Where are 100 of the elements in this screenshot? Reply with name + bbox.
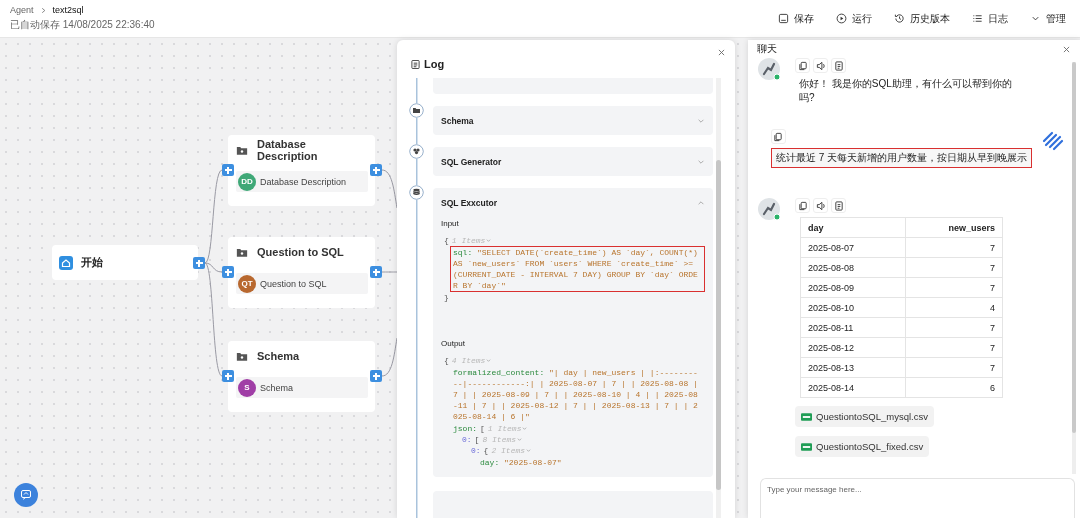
message-text: 统计最近 7 天每天新增的用户数量，按日期从早到晚展示 bbox=[770, 148, 1032, 168]
table-cell: 6 bbox=[905, 377, 1003, 398]
log-button[interactable]: 日志 bbox=[972, 9, 1008, 28]
file-attachment[interactable]: QuestiontoSQL_fixed.csv bbox=[795, 436, 930, 457]
table-cell: 2025-08-10 bbox=[800, 297, 906, 318]
speaker-icon bbox=[815, 200, 826, 211]
bot-avatar bbox=[758, 58, 781, 81]
node-title: Question to SQL bbox=[257, 246, 344, 258]
table-cell: 2025-08-09 bbox=[800, 277, 906, 298]
document-icon bbox=[833, 200, 844, 211]
read-aloud-button[interactable] bbox=[813, 198, 828, 213]
connector-line bbox=[381, 169, 398, 209]
start-node[interactable]: 开始 bbox=[52, 245, 198, 280]
copy-icon bbox=[797, 60, 808, 71]
table-cell: 2025-08-07 bbox=[800, 237, 906, 258]
manage-button[interactable]: 管理 bbox=[1030, 9, 1066, 28]
json-bracket: { bbox=[483, 445, 489, 456]
chat-icon bbox=[20, 489, 32, 501]
copy-button[interactable] bbox=[770, 129, 786, 144]
folder-icon bbox=[236, 144, 248, 156]
flow-node[interactable]: Schema S Schema bbox=[228, 341, 375, 412]
copy-button[interactable] bbox=[795, 198, 810, 213]
clock-icon bbox=[894, 13, 905, 24]
add-handle[interactable] bbox=[222, 164, 234, 176]
log-card[interactable]: SQL Generator bbox=[433, 147, 713, 176]
component-label: Question to SQL bbox=[260, 278, 327, 289]
speaker-icon bbox=[815, 60, 826, 71]
caret-icon bbox=[486, 358, 492, 363]
breadcrumb-link[interactable]: Agent bbox=[10, 5, 34, 15]
play-icon bbox=[836, 13, 847, 24]
chevron-right-icon bbox=[39, 6, 47, 14]
flow-node[interactable]: Question to SQL QT Question to SQL bbox=[228, 237, 375, 308]
close-icon bbox=[1063, 45, 1070, 53]
json-bracket: { bbox=[444, 355, 449, 366]
folder-icon bbox=[236, 350, 248, 362]
folder-icon bbox=[409, 103, 424, 118]
caret-icon bbox=[486, 238, 492, 243]
panel-title: Log bbox=[424, 58, 445, 70]
table-cell: 7 bbox=[905, 257, 1003, 278]
panel-title: 聊天 bbox=[757, 42, 777, 56]
run-button[interactable]: 运行 bbox=[836, 9, 872, 28]
step-title: SQL Exxcutor bbox=[441, 197, 498, 208]
section-label: Output bbox=[441, 339, 466, 348]
step-title: SQL Generator bbox=[441, 156, 502, 167]
bot-avatar bbox=[758, 198, 781, 221]
table-cell: 7 bbox=[905, 277, 1003, 298]
add-handle[interactable] bbox=[370, 370, 382, 382]
node-title: Database Description bbox=[257, 138, 319, 162]
add-handle[interactable] bbox=[222, 370, 234, 382]
document-button[interactable] bbox=[831, 198, 846, 213]
column-header: new_users bbox=[905, 217, 1003, 238]
message-input[interactable]: Type your message here... bbox=[760, 478, 1075, 518]
save-button[interactable]: 保存 bbox=[778, 9, 814, 28]
connector-line bbox=[381, 271, 398, 273]
page-title: text2sql bbox=[52, 5, 84, 15]
add-handle[interactable] bbox=[370, 266, 382, 278]
database-icon bbox=[409, 185, 424, 200]
assistant-button[interactable] bbox=[14, 483, 38, 507]
copy-button[interactable] bbox=[795, 58, 810, 73]
flow-node[interactable]: Database Description DD Database Description bbox=[228, 135, 375, 206]
table-cell: 2025-08-14 bbox=[800, 377, 906, 398]
spreadsheet-icon bbox=[801, 412, 812, 421]
section-label: Input bbox=[441, 219, 460, 228]
initials-avatar: DD bbox=[238, 172, 256, 191]
json-key: 0: bbox=[471, 445, 481, 456]
json-bracket: } bbox=[444, 292, 450, 303]
json-entry: sql: "SELECT DATE(`create_time`) AS `day`, COUNT(*) AS `new_users` FROM `users` WHERE `create_time` >= (CURRENT_DATE - INTERVAL 7 DAY) GROUP BY `day` ORDER BY `day`" bbox=[450, 246, 705, 292]
column-header: day bbox=[800, 217, 906, 238]
message-text: 你好！ 我是你的SQL助理，有什么可以帮到你的吗? bbox=[799, 77, 1013, 105]
copy-icon bbox=[797, 200, 808, 211]
home-icon bbox=[59, 255, 73, 270]
scrollbar-thumb[interactable] bbox=[1072, 62, 1076, 433]
document-button[interactable] bbox=[831, 58, 846, 73]
component-label: Database Description bbox=[260, 176, 347, 187]
initials-avatar: QT bbox=[238, 274, 256, 293]
scrollbar-thumb[interactable] bbox=[716, 160, 721, 490]
json-entry: day: "2025-08-07" bbox=[479, 457, 563, 469]
tray-icon bbox=[778, 13, 789, 24]
list-icon bbox=[972, 13, 983, 24]
file-attachment[interactable]: QuestiontoSQL_mysql.csv bbox=[795, 406, 934, 427]
node-title: Schema bbox=[257, 350, 300, 362]
read-aloud-button[interactable] bbox=[813, 58, 828, 73]
copy-icon bbox=[773, 131, 784, 142]
close-button[interactable] bbox=[716, 47, 727, 58]
table-cell: 7 bbox=[905, 317, 1003, 338]
log-card[interactable]: Schema bbox=[433, 106, 713, 135]
step-title: Schema bbox=[441, 115, 474, 126]
table-cell: 7 bbox=[905, 357, 1003, 378]
table-cell: 2025-08-08 bbox=[800, 257, 906, 278]
close-icon bbox=[718, 49, 725, 56]
history-button[interactable]: 历史版本 bbox=[894, 9, 950, 28]
add-handle[interactable] bbox=[193, 257, 205, 269]
table-cell: 2025-08-11 bbox=[800, 317, 906, 338]
json-key: 0: bbox=[462, 434, 472, 445]
add-handle[interactable] bbox=[222, 266, 234, 278]
table-cell: 7 bbox=[905, 237, 1003, 258]
json-bracket: [ bbox=[474, 434, 480, 445]
user-avatar bbox=[1042, 129, 1064, 151]
spreadsheet-icon bbox=[801, 442, 812, 451]
add-handle[interactable] bbox=[370, 164, 382, 176]
